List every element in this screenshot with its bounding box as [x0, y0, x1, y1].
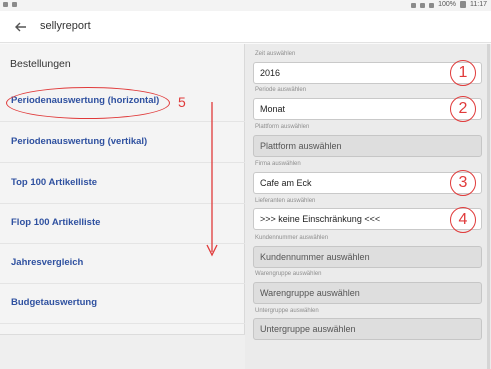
annotation-number-3: 3: [450, 170, 476, 196]
lieferanten-value: >>> keine Einschränkung <<<: [260, 214, 381, 224]
app-title: sellyreport: [40, 20, 91, 32]
list-item-label: Budgetauswertung: [11, 297, 98, 308]
mute-icon: [420, 2, 426, 8]
list-item-budgetauswertung[interactable]: Budgetauswertung: [0, 284, 245, 324]
warengruppe-select[interactable]: Warengruppe auswählen: [253, 282, 482, 304]
field-label-plattform: Plattform auswählen: [255, 124, 310, 130]
list-item-label: Flop 100 Artikelliste: [11, 217, 101, 228]
field-label-kundennummer: Kundennummer auswählen: [255, 235, 329, 241]
field-label-lieferanten: Lieferanten auswählen: [255, 198, 316, 204]
list-item-label: Periodenauswertung (vertikal): [11, 136, 148, 147]
zeit-select[interactable]: 2016: [253, 62, 482, 84]
annotation-number-2: 2: [450, 96, 476, 122]
field-label-warengruppe: Warengruppe auswählen: [255, 271, 322, 277]
periode-value: Monat: [260, 104, 286, 114]
plattform-value: Plattform auswählen: [260, 141, 342, 151]
bluetooth-icon: [411, 2, 417, 8]
arrow-left-icon: [15, 22, 26, 32]
field-label-firma: Firma auswählen: [255, 161, 301, 167]
annotation-ellipse: [6, 87, 170, 119]
kundennummer-select[interactable]: Kundennummer auswählen: [253, 246, 482, 268]
gallery-icon: [12, 2, 17, 7]
annotation-number-5: 5: [178, 94, 186, 110]
periode-select[interactable]: Monat: [253, 98, 482, 120]
list-footer: [0, 334, 245, 369]
field-label-zeit: Zeit auswählen: [255, 51, 296, 57]
battery-percent: 100%: [438, 1, 456, 8]
back-button[interactable]: [12, 18, 30, 36]
list-item-label: Top 100 Artikelliste: [11, 177, 98, 188]
app-bar: sellyreport: [0, 11, 491, 43]
annotation-number-1: 1: [450, 60, 476, 86]
firma-select[interactable]: Cafe am Eck: [253, 172, 482, 194]
status-bar: 100% 11:17: [0, 0, 491, 11]
annotation-arrow-down-icon: [206, 102, 218, 257]
untergruppe-select[interactable]: Untergruppe auswählen: [253, 318, 482, 340]
zeit-value: 2016: [260, 68, 281, 78]
section-title: Bestellungen: [10, 58, 71, 70]
notification-icon: [3, 2, 8, 7]
wifi-icon: [429, 2, 435, 8]
firma-value: Cafe am Eck: [260, 178, 312, 188]
untergruppe-value: Untergruppe auswählen: [260, 324, 356, 334]
clock: 11:17: [470, 1, 487, 8]
list-item-label: Jahresvergleich: [11, 257, 84, 268]
field-label-untergruppe: Untergruppe auswählen: [255, 308, 319, 314]
lieferanten-select[interactable]: >>> keine Einschränkung <<<: [253, 208, 482, 230]
annotation-number-4: 4: [450, 207, 476, 233]
warengruppe-value: Warengruppe auswählen: [260, 288, 360, 298]
plattform-select[interactable]: Plattform auswählen: [253, 135, 482, 157]
kundennummer-value: Kundennummer auswählen: [260, 252, 370, 262]
scrollbar[interactable]: [487, 44, 490, 369]
battery-icon: [460, 1, 466, 8]
filter-panel: Zeit auswählen 2016 Periode auswählen Mo…: [245, 44, 491, 369]
field-label-periode: Periode auswählen: [255, 87, 307, 93]
